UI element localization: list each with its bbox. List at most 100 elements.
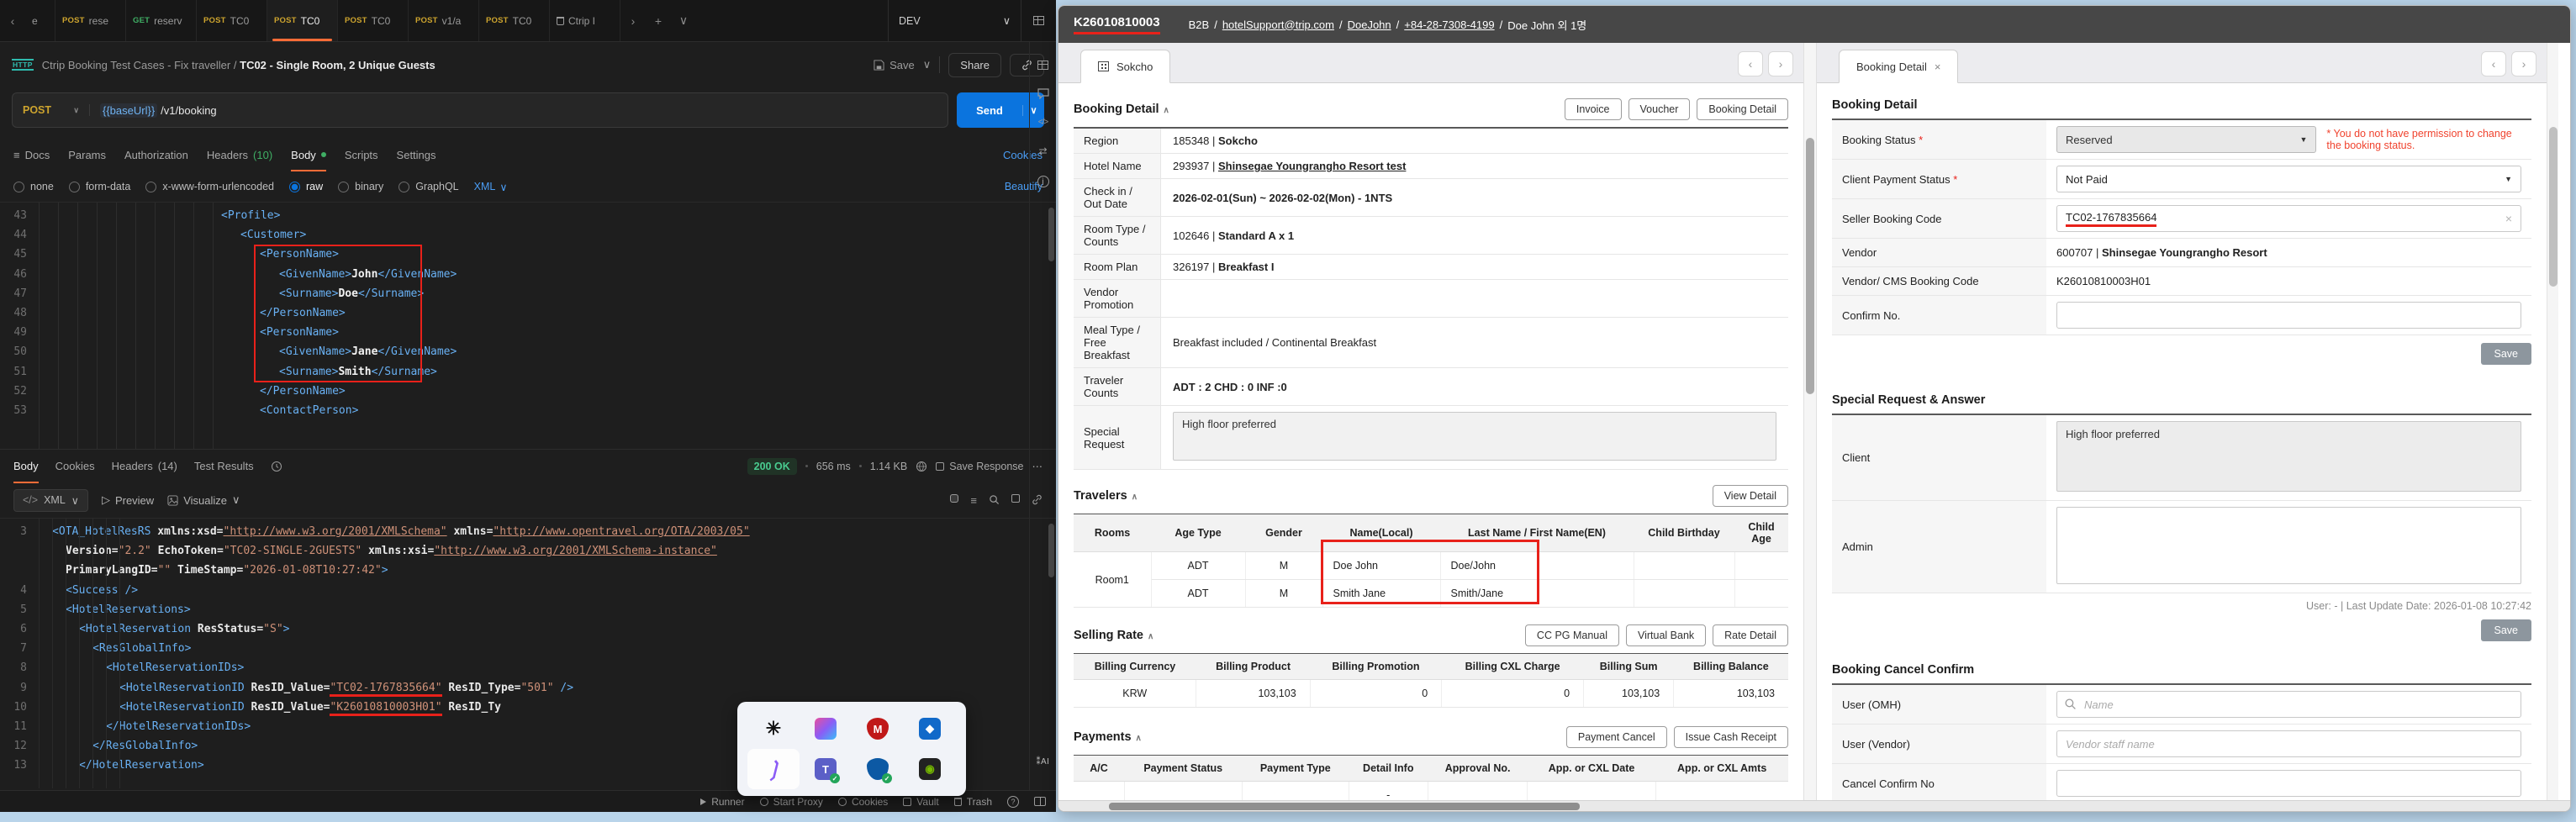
request-tab[interactable]: POST TC0 (479, 0, 550, 41)
seller-booking-code-input[interactable]: TC02-1767835664 × (2056, 205, 2521, 232)
hotel-name-link[interactable]: Shinsegae Youngrangho Resort test (1218, 160, 1406, 172)
visualize-button[interactable]: Visualize ∨ (167, 493, 240, 507)
booking-status-select[interactable]: Reserved ▼ (2056, 126, 2317, 153)
save-button[interactable]: Save (2480, 619, 2531, 641)
help-button[interactable]: ? (1007, 795, 1019, 808)
tray-icon-red-shield[interactable]: M (852, 709, 904, 749)
request-tab[interactable]: POST v1/a (409, 0, 479, 41)
request-tab-active[interactable]: POST TC0 (267, 0, 338, 41)
customer-link[interactable]: DoeJohn (1348, 18, 1391, 31)
client-request-textarea[interactable]: High floor preferred (2056, 421, 2521, 492)
tab-sokcho[interactable]: Sokcho (1080, 50, 1171, 83)
scrollbar-thumb[interactable] (2549, 127, 2558, 287)
support-email-link[interactable]: hotelSupport@trip.com (1222, 18, 1334, 31)
response-size[interactable]: 1.14 KB (870, 461, 907, 472)
cc-pg-manual-button[interactable]: CC PG Manual (1524, 624, 1619, 646)
view-detail-button[interactable]: View Detail (1712, 485, 1788, 507)
changelog-icon[interactable] (1037, 61, 1048, 70)
tab-body[interactable]: Body (291, 138, 326, 171)
status-badge[interactable]: 200 OK (747, 457, 797, 475)
comment-icon[interactable] (1037, 88, 1049, 99)
scrollbar-thumb[interactable] (1109, 803, 1580, 810)
tab-params[interactable]: Params (68, 138, 106, 171)
virtual-bank-button[interactable]: Virtual Bank (1625, 624, 1707, 646)
environment-selector[interactable]: DEV ∨ (888, 0, 1021, 41)
tab-headers[interactable]: Headers (10) (207, 138, 272, 171)
special-request-textarea[interactable]: High floor preferred (1173, 412, 1776, 461)
url-input[interactable]: {{baseUrl}}/v1/booking (90, 103, 227, 118)
phone-link[interactable]: +84-28-7308-4199 (1404, 18, 1494, 31)
prev-button[interactable]: ‹ (1738, 51, 1763, 76)
save-button[interactable]: Save (2480, 343, 2531, 365)
response-tab-tests[interactable]: Test Results (194, 450, 254, 482)
tray-icon-teams-check[interactable]: T ✓ (800, 749, 852, 789)
user-vendor-input[interactable] (2056, 730, 2521, 757)
save-options-chevron[interactable]: ∨ (923, 58, 932, 71)
response-tab-headers[interactable]: Headers (14) (112, 450, 177, 482)
tray-icon-defender-check[interactable]: ✓ (852, 749, 904, 789)
mode-none[interactable]: none (13, 181, 54, 192)
section-title-booking-detail[interactable]: Booking Detail ∧ (1074, 103, 1169, 116)
ai-assistant-icon[interactable]: ⁑AI (1037, 757, 1050, 767)
section-title-travelers[interactable]: Travelers ∧ (1074, 489, 1138, 503)
request-body-editor[interactable]: 43 <Profile> 44 <Customer> 45 <PersonName> 46 <… (0, 202, 1056, 449)
info-icon[interactable]: i (1037, 176, 1049, 187)
tab-authorization[interactable]: Authorization (124, 138, 188, 171)
tray-icon-blue-app[interactable]: ◆ (904, 709, 956, 749)
mode-form-data[interactable]: form-data (68, 181, 130, 192)
response-time[interactable]: 656 ms (816, 461, 851, 472)
payment-cancel-button[interactable]: Payment Cancel (1565, 726, 1667, 748)
wrap-text-icon[interactable] (950, 493, 959, 503)
tab-scripts[interactable]: Scripts (345, 138, 378, 171)
mode-urlencoded[interactable]: x-www-form-urlencoded (145, 181, 274, 192)
scrollbar-thumb[interactable] (1806, 138, 1814, 394)
response-format-selector[interactable]: </> XML ∨ (13, 488, 88, 512)
tray-icon-feather[interactable]: ❳ (747, 749, 800, 789)
history-icon[interactable] (271, 461, 282, 472)
confirm-no-input[interactable] (2056, 302, 2521, 329)
scroll-tabs-right-button[interactable]: › (620, 0, 646, 41)
trash-button[interactable]: Trash (953, 796, 992, 808)
split-view-button[interactable] (1034, 797, 1046, 806)
mode-raw[interactable]: raw (289, 181, 323, 192)
swap-icon[interactable]: ⇄ (1038, 145, 1047, 157)
copy-icon[interactable] (1011, 493, 1020, 503)
filter-lines-icon[interactable]: ≡ (970, 494, 977, 507)
body-language-selector[interactable]: XML ∨ (474, 181, 508, 193)
issue-cash-receipt-button[interactable]: Issue Cash Receipt (1673, 726, 1788, 748)
tab-options-button[interactable]: ∨ (671, 0, 696, 41)
start-proxy-button[interactable]: Start Proxy (759, 796, 823, 808)
invoice-button[interactable]: Invoice (1564, 98, 1622, 120)
clear-icon[interactable]: × (2505, 212, 2512, 225)
tab-settings[interactable]: Settings (397, 138, 436, 171)
network-icon[interactable] (916, 461, 927, 472)
horizontal-scrollbar[interactable] (1058, 800, 2570, 811)
section-title-selling-rate[interactable]: Selling Rate ∧ (1074, 629, 1153, 642)
client-payment-status-select[interactable]: Not Paid ▼ (2056, 166, 2521, 192)
runner-button[interactable]: Runner (700, 796, 745, 808)
tab-docs[interactable]: ≡ Docs (13, 138, 50, 171)
request-tab-partial[interactable]: e (25, 0, 55, 41)
share-button[interactable]: Share (948, 52, 1001, 77)
prev-button[interactable]: ‹ (2481, 51, 2506, 76)
request-tab[interactable]: POST TC0 (338, 0, 409, 41)
admin-answer-textarea[interactable] (2056, 507, 2521, 584)
section-title-payments[interactable]: Payments ∧ (1074, 730, 1142, 744)
tray-icon-colorful-app[interactable] (800, 709, 852, 749)
preview-button[interactable]: ▷ Preview (102, 493, 154, 507)
new-tab-button[interactable]: + (646, 0, 671, 41)
booking-detail-button[interactable]: Booking Detail (1697, 98, 1788, 120)
next-button[interactable]: › (1768, 51, 1793, 76)
mode-graphql[interactable]: GraphQL (399, 181, 459, 192)
response-tab-cookies[interactable]: Cookies (55, 450, 95, 482)
request-tab[interactable]: GET reserv (126, 0, 197, 41)
response-tab-body[interactable]: Body (13, 450, 39, 483)
rate-detail-button[interactable]: Rate Detail (1713, 624, 1788, 646)
code-icon[interactable]: </> (1038, 118, 1049, 127)
scroll-tabs-left-button[interactable]: ‹ (0, 0, 25, 41)
middle-pane-scrollbar[interactable] (1803, 43, 1817, 802)
breadcrumb[interactable]: Ctrip Booking Test Cases - Fix traveller… (42, 59, 435, 71)
cancel-confirm-no-input[interactable] (2056, 770, 2521, 797)
close-icon[interactable]: × (1935, 61, 1941, 73)
vault-button[interactable]: Vault (903, 796, 939, 808)
